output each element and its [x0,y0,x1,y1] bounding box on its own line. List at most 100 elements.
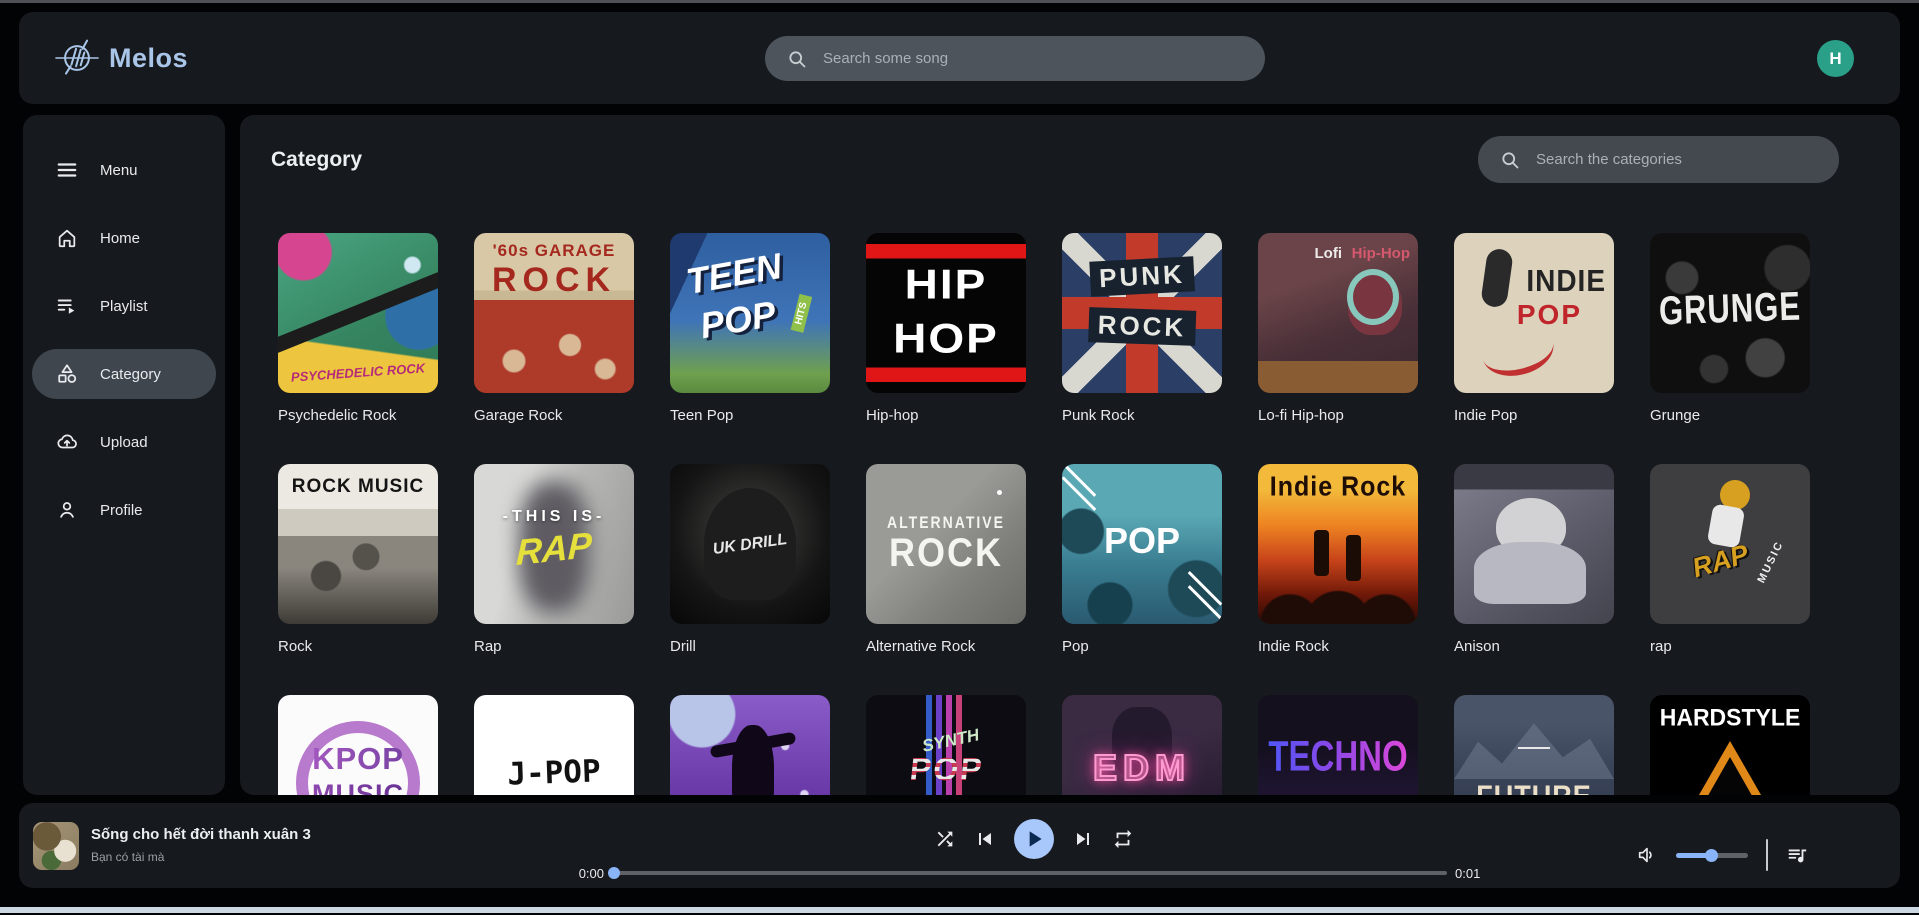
category-search-bar[interactable] [1478,136,1839,183]
category-label: Lo-fi Hip-hop [1258,407,1418,424]
track-title: Sống cho hết đời thanh xuân 3 [91,826,311,843]
category-cover-art[interactable] [670,695,830,795]
category-cover-art[interactable]: INDIEPOP [1454,233,1614,393]
sidebar-item-playlist[interactable]: Playlist [32,281,216,331]
category-card[interactable]: PUNKROCKPunk Rock [1062,233,1222,424]
volume-icon[interactable] [1636,844,1658,866]
category-cover-art[interactable]: EDM [1062,695,1222,795]
brand-name: Melos [109,43,188,74]
category-cover-art[interactable]: -THIS IS-RAP [474,464,634,624]
category-cover-art[interactable]: J-POP [474,695,634,795]
category-cover-art[interactable] [1454,464,1614,624]
cover-art-text: ROCK [474,261,634,300]
category-card[interactable]: EDM [1062,695,1222,795]
category-card[interactable]: Anison [1454,464,1614,655]
category-search-input[interactable] [1536,151,1817,168]
category-card[interactable]: '60s GARAGEROCKGarage Rock [474,233,634,424]
category-cover-art[interactable]: POP [1062,464,1222,624]
repeat-button[interactable] [1112,828,1134,850]
main-content: Category PSYCHEDELIC ROCKPsychedelic Roc… [240,115,1900,795]
cover-art-text: Hip-Hop [1352,245,1410,262]
cover-art-text: '60s GARAGE [474,241,634,261]
sidebar-item-profile[interactable]: Profile [32,485,216,535]
category-card[interactable]: FUTUREBASS [1454,695,1614,795]
player-bar: Sống cho hết đời thanh xuân 3 Bạn có tài… [19,803,1900,888]
previous-button[interactable] [973,827,997,851]
category-cover-art[interactable]: HIPHOP [866,233,1026,393]
category-cover-art[interactable]: PUNKROCK [1062,233,1222,393]
category-cover-art[interactable]: HARDSTYLE [1650,695,1810,795]
category-card[interactable]: J-POP [474,695,634,795]
cover-art-text: TECHNO [1258,731,1418,780]
category-cover-art[interactable]: SYNTHPOP [866,695,1026,795]
brand-logo[interactable]: Melos [55,36,188,80]
play-button[interactable] [1014,819,1054,859]
category-cover-art[interactable]: UK DRILL [670,464,830,624]
upload-icon [56,431,78,453]
category-card[interactable]: PSYCHEDELIC ROCKPsychedelic Rock [278,233,438,424]
category-cover-art[interactable]: Lofi Hip-Hop [1258,233,1418,393]
shuffle-button[interactable] [934,828,956,850]
cover-art-text: Indie Rock [1258,472,1418,504]
category-card[interactable]: ROCK MUSIC Rock [278,464,438,655]
category-card[interactable]: UK DRILLDrill [670,464,830,655]
sidebar-item-upload[interactable]: Upload [32,417,216,467]
search-input[interactable] [823,50,1243,67]
category-label: Indie Rock [1258,638,1418,655]
category-card[interactable]: Indie Rock Indie Rock [1258,464,1418,655]
sidebar: Menu Home Playlist Category Upload Profi… [23,115,225,795]
seek-bar[interactable] [609,871,1447,875]
category-cover-art[interactable]: GRUNGE [1650,233,1810,393]
category-card[interactable]: HIPHOPHip-hop [866,233,1026,424]
song-search-bar[interactable] [765,36,1265,81]
cover-art-text: INDIE [1526,263,1606,298]
category-card[interactable] [670,695,830,795]
volume-controls [1636,839,1808,871]
category-cover-art[interactable]: Indie Rock [1258,464,1418,624]
sidebar-item-category[interactable]: Category [32,349,216,399]
category-card[interactable]: TEENPOPHITSTeen Pop [670,233,830,424]
category-card[interactable]: KPOPMUSIC [278,695,438,795]
queue-music-icon[interactable] [1786,844,1808,866]
category-label: Rock [278,638,438,655]
category-card[interactable]: GRUNGEGrunge [1650,233,1810,424]
cover-art-text: EDM [1062,747,1222,789]
category-card[interactable]: INDIEPOPIndie Pop [1454,233,1614,424]
sidebar-item-home[interactable]: Home [32,213,216,263]
track-artwork[interactable] [33,822,79,870]
total-time: 0:01 [1455,866,1480,881]
volume-knob[interactable] [1705,849,1718,862]
category-card[interactable]: Lofi Hip-Hop Lo-fi Hip-hop [1258,233,1418,424]
category-card[interactable]: POPPop [1062,464,1222,655]
sidebar-item-menu[interactable]: Menu [32,145,216,195]
category-cover-art[interactable]: ROCK MUSIC [278,464,438,624]
cover-art-text: RAP [474,519,634,578]
cover-art-text: FUTURE [1454,779,1614,795]
cover-art-text: ROCK MUSIC [278,476,438,498]
category-cover-art[interactable]: ALTERNATIVEROCK [866,464,1026,624]
category-cover-art[interactable]: RAPMUSIC [1650,464,1810,624]
category-card[interactable]: HARDSTYLE [1650,695,1810,795]
category-cover-art[interactable]: FUTUREBASS [1454,695,1614,795]
category-card[interactable]: -THIS IS-RAP Rap [474,464,634,655]
category-cover-art[interactable]: TECHNO [1258,695,1418,795]
next-button[interactable] [1071,827,1095,851]
category-card[interactable]: ALTERNATIVEROCKAlternative Rock [866,464,1026,655]
category-card[interactable]: TECHNO [1258,695,1418,795]
category-cover-art[interactable]: KPOPMUSIC [278,695,438,795]
category-card[interactable]: RAPMUSICrap [1650,464,1810,655]
menu-icon [56,159,78,181]
volume-slider[interactable] [1676,853,1748,858]
cover-art-text: RAP [1689,539,1752,585]
avatar[interactable]: H [1817,40,1854,77]
seek-knob[interactable] [608,867,620,879]
skip-previous-icon [973,827,997,851]
playlist-icon [56,295,78,317]
category-cover-art[interactable]: '60s GARAGEROCK [474,233,634,393]
cover-art-text: POP [1517,299,1582,331]
category-cover-art[interactable]: TEENPOPHITS [670,233,830,393]
cover-art-text: Lofi [1315,245,1343,262]
category-label: Rap [474,638,634,655]
category-cover-art[interactable]: PSYCHEDELIC ROCK [278,233,438,393]
category-card[interactable]: SYNTHPOP [866,695,1026,795]
